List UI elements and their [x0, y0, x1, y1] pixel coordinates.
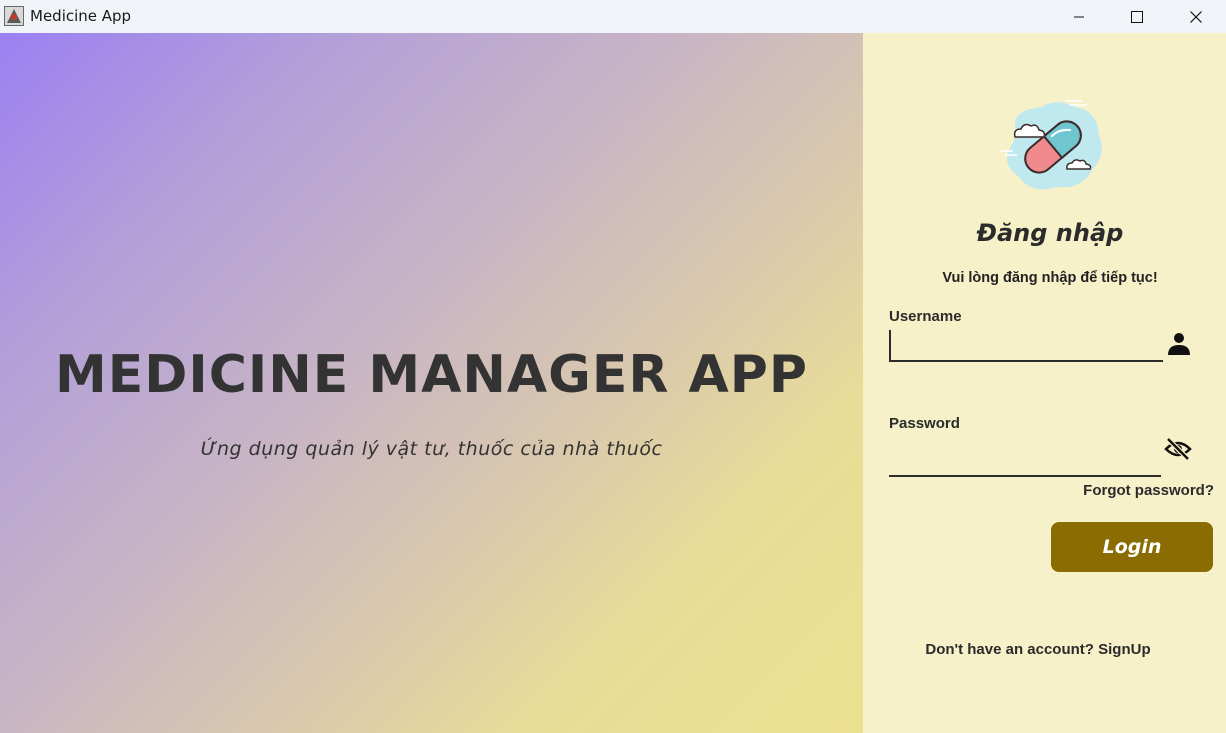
- user-icon: [1165, 329, 1193, 357]
- minimize-icon: [1073, 11, 1085, 23]
- login-subtitle: Vui lòng đăng nhập để tiếp tục!: [942, 270, 1158, 286]
- app-icon: [4, 6, 24, 26]
- password-input[interactable]: [889, 445, 1161, 477]
- login-title: Đăng nhập: [976, 219, 1124, 247]
- password-label: Password: [889, 415, 960, 432]
- close-button[interactable]: [1167, 0, 1225, 33]
- window-titlebar: Medicine App: [0, 0, 1226, 33]
- signup-prompt: Don't have an account?: [925, 641, 1094, 658]
- hero-title: MEDICINE MANAGER APP: [54, 345, 808, 405]
- close-icon: [1190, 10, 1202, 23]
- eye-off-icon[interactable]: [1164, 435, 1192, 463]
- window-title: Medicine App: [30, 7, 132, 25]
- maximize-button[interactable]: [1108, 0, 1166, 33]
- maximize-icon: [1131, 10, 1143, 23]
- signup-row: Don't have an account? SignUp: [863, 641, 1213, 658]
- hero-panel: MEDICINE MANAGER APP Ứng dụng quản lý vậ…: [0, 33, 863, 733]
- login-panel: Đăng nhập Vui lòng đăng nhập để tiếp tục…: [863, 33, 1226, 733]
- signup-link[interactable]: SignUp: [1098, 641, 1151, 658]
- hero-subtitle: Ứng dụng quản lý vật tư, thuốc của nhà t…: [200, 438, 663, 460]
- pill-capsule-icon: [997, 95, 1107, 195]
- minimize-button[interactable]: [1050, 0, 1108, 33]
- forgot-password-link[interactable]: Forgot password?: [1083, 482, 1214, 499]
- username-input[interactable]: [889, 330, 1163, 362]
- login-button[interactable]: Login: [1051, 522, 1213, 572]
- username-label: Username: [889, 308, 962, 325]
